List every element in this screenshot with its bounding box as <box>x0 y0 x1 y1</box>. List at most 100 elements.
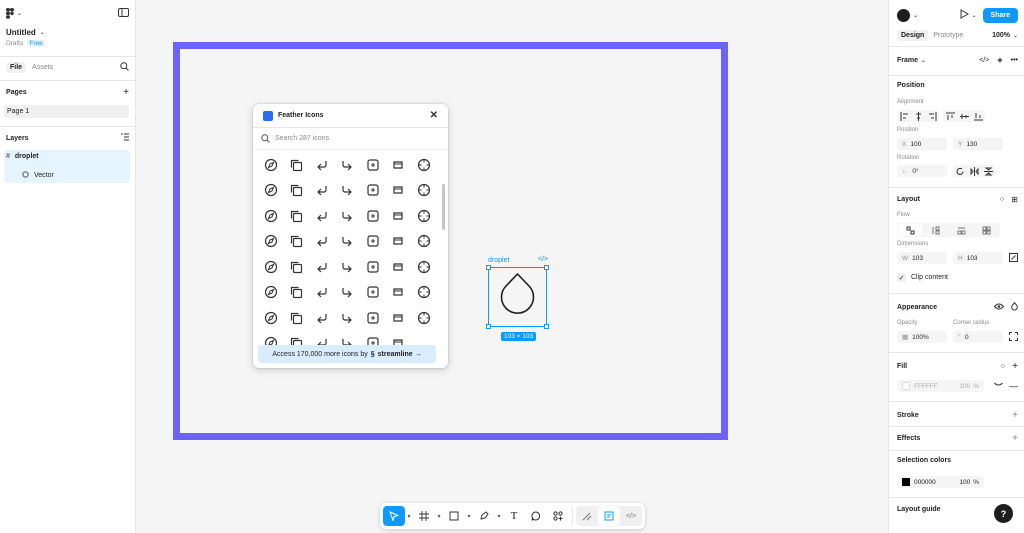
code-icon[interactable]: </> <box>979 57 989 64</box>
clip-content-checkbox[interactable]: ✓ <box>897 273 906 282</box>
tab-design[interactable]: Design <box>897 30 929 41</box>
avatar[interactable] <box>897 8 910 22</box>
canvas[interactable]: Feather Icons ✕ Search 287 icons Access … <box>136 0 888 533</box>
align-center-v-icon[interactable] <box>957 110 971 122</box>
file-text-icon[interactable] <box>309 280 335 306</box>
fill-swatch[interactable] <box>902 382 910 390</box>
dribbble-icon[interactable] <box>309 229 335 255</box>
toggle-sidebar-icon[interactable] <box>118 8 129 19</box>
feather-icon[interactable] <box>386 254 412 280</box>
copy-icon[interactable] <box>284 152 310 178</box>
flip-vertical-icon[interactable] <box>981 165 995 177</box>
streamline-banner[interactable]: Access 170,000 more icons by § streamlin… <box>258 345 436 363</box>
align-bottom-icon[interactable] <box>971 110 985 122</box>
droplet-icon[interactable] <box>335 229 361 255</box>
scrollbar[interactable] <box>442 184 445 230</box>
disc-icon[interactable] <box>309 203 335 229</box>
crosshair-icon[interactable] <box>411 178 437 204</box>
drafts-link[interactable]: Drafts <box>6 40 23 47</box>
more-icon[interactable]: ••• <box>1011 57 1018 64</box>
main-menu[interactable]: ⌄ <box>6 8 129 19</box>
droplet-selection[interactable] <box>486 265 549 329</box>
component-icon[interactable]: ◈ <box>997 56 1002 64</box>
file-name[interactable]: Untitled ⌄ <box>6 28 129 37</box>
styles-icon[interactable]: ⁘ <box>999 362 1006 371</box>
resize-handle[interactable] <box>486 265 491 270</box>
add-stroke-icon[interactable]: + <box>1012 410 1018 421</box>
flow-grid-icon[interactable] <box>975 224 999 236</box>
folder-plus-icon[interactable] <box>258 305 284 331</box>
flow-freeform-icon[interactable] <box>898 224 922 236</box>
page-item[interactable]: Page 1 <box>4 105 129 118</box>
layout-settings-icon[interactable]: ⊞ <box>1011 195 1018 204</box>
external-link-icon[interactable] <box>258 254 284 280</box>
add-page-icon[interactable]: + <box>123 87 129 98</box>
chevron-down-icon[interactable]: ▾ <box>495 513 503 520</box>
frame-selector[interactable]: Frame <box>897 57 918 64</box>
rotate-icon[interactable] <box>953 165 967 177</box>
corner-down-left-icon[interactable] <box>309 152 335 178</box>
present-icon[interactable] <box>960 9 969 21</box>
facebook-icon[interactable] <box>335 254 361 280</box>
flip-horizontal-icon[interactable] <box>967 165 981 177</box>
gift-icon[interactable] <box>360 305 386 331</box>
corner-radius-field[interactable]: ⌜ 0 <box>953 331 1003 343</box>
selection-color-swatch[interactable] <box>902 478 910 486</box>
comment-tool[interactable] <box>525 506 547 526</box>
code-icon[interactable]: </> <box>538 256 548 263</box>
zoom-level[interactable]: 100% <box>992 32 1010 39</box>
align-right-icon[interactable] <box>925 110 939 122</box>
align-top-icon[interactable] <box>943 110 957 122</box>
divide-icon[interactable] <box>386 203 412 229</box>
frown-icon[interactable] <box>335 305 361 331</box>
remove-fill-icon[interactable]: — <box>1009 381 1018 391</box>
framer-icon[interactable] <box>309 305 335 331</box>
rotation-field[interactable]: ∟ 0° <box>897 165 947 177</box>
selection-name-label[interactable]: droplet <box>488 257 509 264</box>
resize-handle[interactable] <box>544 324 549 329</box>
tab-file[interactable]: File <box>6 62 27 73</box>
corner-up-left-icon[interactable] <box>284 178 310 204</box>
dev-mode-button[interactable]: </> <box>620 506 642 526</box>
credit-card-icon[interactable] <box>360 178 386 204</box>
eye-off-icon[interactable] <box>284 254 310 280</box>
flow-horizontal-icon[interactable] <box>949 224 973 236</box>
corner-up-right-icon[interactable] <box>309 178 335 204</box>
pen-tool[interactable] <box>473 506 495 526</box>
fast-forward-icon[interactable] <box>360 254 386 280</box>
search-icon[interactable] <box>120 62 129 73</box>
align-center-h-icon[interactable] <box>911 110 925 122</box>
text-tool[interactable]: T <box>503 506 525 526</box>
move-tool[interactable] <box>383 506 405 526</box>
git-branch-icon[interactable] <box>386 305 412 331</box>
file-minus-icon[interactable] <box>258 280 284 306</box>
tab-assets[interactable]: Assets <box>32 64 53 71</box>
visibility-hidden-icon[interactable] <box>994 382 1003 390</box>
align-left-icon[interactable] <box>897 110 911 122</box>
auto-layout-icon[interactable]: ⁘ <box>999 195 1006 204</box>
chevron-down-icon[interactable]: ▾ <box>405 513 413 520</box>
draw-mode-button[interactable] <box>576 506 598 526</box>
cpu-icon[interactable] <box>335 178 361 204</box>
corner-right-down-icon[interactable] <box>411 152 437 178</box>
frame-tool[interactable] <box>413 506 435 526</box>
droplet-icon[interactable] <box>1011 301 1018 313</box>
git-commit-icon[interactable] <box>411 305 437 331</box>
collapse-layers-icon[interactable] <box>121 133 129 143</box>
layer-row-droplet[interactable]: # droplet <box>6 153 129 160</box>
folder-icon[interactable] <box>284 305 310 331</box>
design-mode-button[interactable] <box>598 506 620 526</box>
compass-icon[interactable] <box>258 152 284 178</box>
file-plus-icon[interactable] <box>284 280 310 306</box>
flag-icon[interactable] <box>386 280 412 306</box>
selection-color-field[interactable]: 000000 100 % <box>897 476 984 488</box>
close-icon[interactable]: ✕ <box>430 110 438 121</box>
opacity-field[interactable]: ▦ 100% <box>897 331 947 343</box>
eye-icon[interactable] <box>993 303 1005 312</box>
edit-icon[interactable] <box>411 229 437 255</box>
actions-tool[interactable] <box>547 506 569 526</box>
download-cloud-icon[interactable] <box>258 229 284 255</box>
database-icon[interactable] <box>258 203 284 229</box>
resize-to-fit-icon[interactable] <box>1009 252 1018 264</box>
folder-minus-icon[interactable] <box>411 280 437 306</box>
